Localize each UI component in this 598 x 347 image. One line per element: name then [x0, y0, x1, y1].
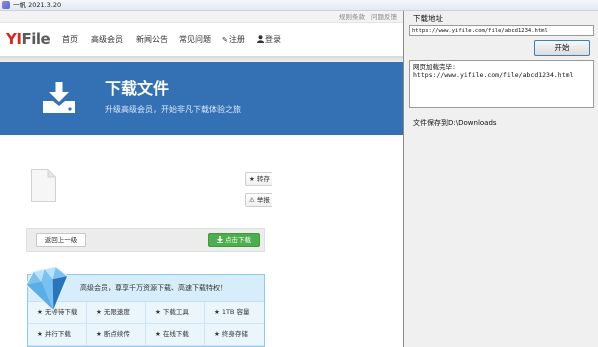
report-button[interactable]: 举报 [245, 193, 272, 207]
site-logo[interactable]: YIFile [6, 30, 51, 48]
vip-feature-cell: 在线下载 [146, 324, 205, 346]
star-icon [155, 308, 163, 316]
site-navbar: YIFile 首页 高级会员 新闻公告 常见问题 注册 登录 [0, 23, 403, 56]
nav-news[interactable]: 新闻公告 [136, 35, 168, 45]
save-to-drive-label: 转存 [256, 175, 270, 183]
rules-link[interactable]: 规则条款 [339, 13, 365, 21]
nav-faq[interactable]: 常见问题 [179, 35, 211, 45]
log-line: 网页加载完毕: [413, 63, 456, 71]
vip-feature-label: 断点续传 [103, 330, 130, 338]
download-button[interactable]: 点击下载 [208, 233, 260, 247]
vip-feature-label: 终身存储 [221, 330, 248, 338]
log-line: https://www.yifile.com/file/abcd1234.htm… [413, 71, 574, 79]
star-icon [37, 330, 45, 338]
nav-login-label: 登录 [265, 35, 281, 44]
download-icon [217, 236, 223, 243]
download-url-input[interactable] [409, 25, 594, 36]
report-label: 举报 [256, 196, 270, 204]
save-path-text: 文件保存到D:\Downloads [413, 119, 497, 127]
nav-home[interactable]: 首页 [62, 35, 78, 45]
vip-feature-label: 1TB 容量 [221, 308, 250, 316]
vip-feature-cell: 并行下载 [28, 324, 87, 346]
page-title: 下载文件 [105, 79, 170, 98]
download-button-label: 点击下载 [225, 236, 251, 244]
save-to-drive-button[interactable]: 转存 [245, 172, 272, 186]
vip-feature-label: 无限速度 [103, 308, 130, 316]
action-bar: 返回上一级 点击下载 [26, 228, 265, 252]
star-icon [214, 330, 222, 338]
log-output[interactable]: 网页加载完毕: https://www.yifile.com/file/abcd… [409, 60, 594, 108]
vip-feature-label: 下载工具 [162, 308, 189, 316]
nav-login[interactable]: 登录 [257, 35, 281, 45]
window-title: 一帆 2021.3.20 [13, 1, 62, 9]
start-button[interactable]: 开始 [534, 40, 590, 56]
logo-text: File [21, 30, 51, 48]
star-icon [96, 330, 104, 338]
file-icon [31, 169, 56, 202]
vip-feature-cell: 终身存储 [205, 324, 264, 346]
logo-accent-text: YI [6, 30, 22, 48]
feedback-link[interactable]: 问题反馈 [371, 13, 397, 21]
top-links-bar: 规则条款 问题反馈 [0, 11, 403, 23]
vip-feature-label: 并行下载 [44, 330, 71, 338]
warning-icon [249, 196, 257, 204]
vip-feature-cell: 下载工具 [146, 302, 205, 324]
user-icon [257, 35, 264, 43]
star-icon [155, 330, 163, 338]
vip-feature-cell: 无限速度 [87, 302, 146, 324]
download-banner: 下载文件 升级高级会员，开始非凡下载体验之旅 [0, 62, 403, 135]
diamond-icon [25, 266, 69, 312]
back-button[interactable]: 返回上一级 [36, 233, 86, 247]
pencil-icon [222, 35, 229, 44]
vip-feature-cell: 1TB 容量 [205, 302, 264, 324]
star-icon [214, 308, 222, 316]
download-url-label: 下载地址 [413, 14, 443, 23]
app-icon [2, 1, 10, 9]
download-tray-icon [43, 82, 75, 113]
star-icon [249, 175, 257, 183]
nav-register-label: 注册 [228, 35, 245, 44]
control-panel: 下载地址 开始 网页加载完毕: https://www.yifile.com/f… [403, 11, 598, 347]
star-icon [96, 308, 104, 316]
page-subtitle: 升级高级会员，开始非凡下载体验之旅 [105, 105, 241, 114]
vip-feature-label: 在线下载 [162, 330, 189, 338]
browser-view: 规则条款 问题反馈 YIFile 首页 高级会员 新闻公告 常见问题 注册 登录… [0, 11, 403, 347]
nav-register[interactable]: 注册 [222, 35, 245, 45]
file-card: 转存 举报 返回上一级 点击下载 高级会员，尊享千万资源下载、高速下载特权！ 无… [0, 135, 272, 347]
window-title-bar[interactable]: 一帆 2021.3.20 [0, 0, 598, 11]
nav-vip[interactable]: 高级会员 [91, 35, 123, 45]
vip-feature-cell: 断点续传 [87, 324, 146, 346]
